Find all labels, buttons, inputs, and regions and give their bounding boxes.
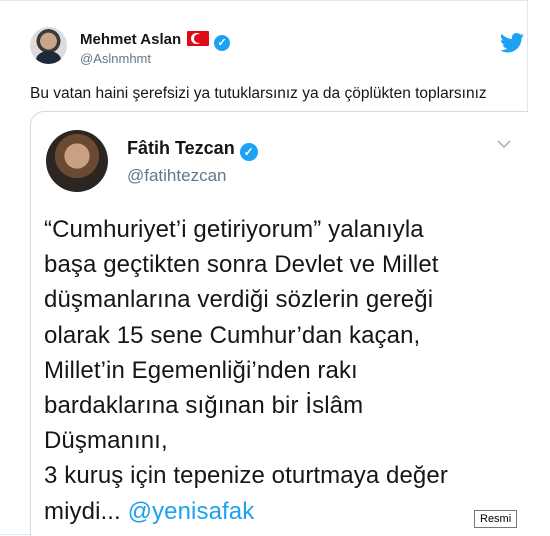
outer-author-handle[interactable]: @Aslnmhmt — [80, 51, 151, 66]
quoted-line: 3 kuruş için tepenize oturtmaya değer — [44, 462, 448, 490]
tooltip: Resmi — [474, 510, 518, 528]
twitter-bird-icon[interactable] — [500, 33, 526, 53]
quoted-line: bardaklarına sığınan bir İslâm — [44, 392, 364, 420]
quoted-line: olarak 15 sene Cumhur’dan kaçan, — [44, 321, 421, 349]
quoted-author-name-text[interactable]: Fâtih Tezcan — [127, 138, 235, 158]
quoted-last-line: miydi... @yenisafak — [44, 494, 524, 529]
quoted-author-name[interactable]: Fâtih Tezcan ✓ — [127, 138, 258, 161]
verified-badge-icon: ✓ — [239, 143, 258, 161]
chevron-down-icon[interactable] — [497, 136, 511, 150]
twitter-bird-svg — [500, 33, 524, 53]
tweet-card: Mehmet Aslan ✓ @Aslnmhmt Bu vatan haini ş… — [0, 0, 530, 536]
quoted-line: Düşmanını, — [44, 427, 168, 455]
quoted-last-line-prefix: miydi... — [44, 497, 128, 525]
avatar[interactable] — [30, 27, 67, 64]
chevron-down-svg — [497, 140, 511, 149]
quoted-author-handle[interactable]: @fatihtezcan — [127, 166, 226, 186]
quoted-tweet[interactable]: Fâtih Tezcan ✓ @fatihtezcan “Cumhuriyet’i… — [30, 111, 528, 536]
quoted-tweet-text: “Cumhuriyet’i getiriyorum” yalanıyla baş… — [44, 212, 524, 529]
outer-tweet-text: Bu vatan haini şerefsizi ya tutuklarsını… — [30, 85, 487, 102]
quoted-line: düşmanlarına verdiği sözlerin gereği — [44, 286, 434, 314]
quoted-line: başa geçtikten sonra Devlet ve Millet — [44, 251, 439, 279]
turkey-flag-icon — [187, 31, 210, 46]
outer-author-name[interactable]: Mehmet Aslan ✓ — [80, 31, 231, 51]
verified-badge-icon: ✓ — [214, 35, 231, 51]
quoted-line: Millet’in Egemenliği’nden rakı — [44, 356, 358, 384]
outer-tweet-header: Mehmet Aslan ✓ @Aslnmhmt — [30, 27, 530, 71]
quoted-line: “Cumhuriyet’i getiriyorum” yalanıyla — [44, 216, 424, 243]
mention-link[interactable]: @yenisafak — [128, 498, 255, 525]
quoted-avatar[interactable] — [46, 130, 108, 192]
outer-author-name-text[interactable]: Mehmet Aslan — [80, 31, 181, 48]
